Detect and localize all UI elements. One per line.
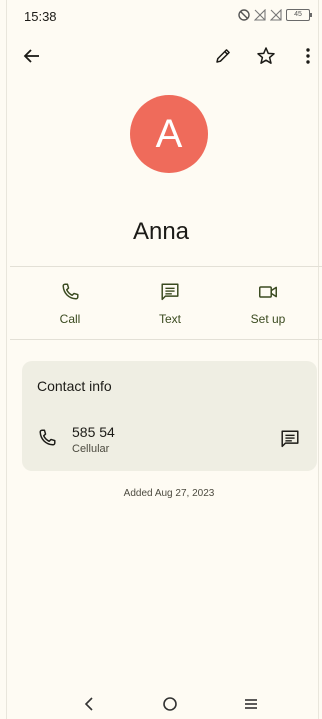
message-icon[interactable]: [279, 428, 301, 455]
phone-icon: [30, 280, 110, 304]
status-time: 15:38: [24, 9, 57, 24]
system-nav-bar: [0, 690, 322, 719]
text-label: Text: [158, 312, 181, 326]
contact-name: Anna: [132, 218, 190, 245]
contact-info-title: Contact info: [37, 378, 112, 394]
do-not-disturb-icon: [238, 9, 250, 21]
back-arrow-icon[interactable]: [18, 42, 46, 70]
no-signal-icon: [254, 9, 266, 21]
left-edge: [6, 0, 7, 719]
setup-label: Set up: [250, 312, 286, 326]
divider-bottom: [10, 339, 322, 340]
more-vert-icon[interactable]: [294, 42, 322, 70]
contact-detail-screen: 15:38 45 A Anna Call Text Set up Contact…: [0, 0, 322, 719]
call-button[interactable]: Call: [30, 280, 110, 326]
nav-home-icon[interactable]: [155, 690, 185, 718]
divider-top: [10, 266, 322, 267]
nav-recents-icon[interactable]: [236, 690, 266, 718]
nav-back-icon[interactable]: [74, 690, 104, 718]
phone-icon: [36, 427, 58, 454]
edit-pencil-icon[interactable]: [209, 42, 237, 70]
avatar: A: [130, 95, 208, 173]
top-app-bar: [0, 40, 322, 76]
call-label: Call: [59, 312, 81, 326]
setup-video-button[interactable]: Set up: [228, 280, 308, 326]
phone-type: Cellular: [72, 443, 110, 455]
status-icons: 45: [238, 9, 312, 21]
message-icon: [130, 280, 210, 304]
added-date: Added Aug 27, 2023: [123, 488, 215, 499]
right-edge: [318, 0, 319, 719]
status-bar: 15:38 45: [0, 0, 322, 32]
video-camera-icon: [228, 280, 308, 304]
phone-number[interactable]: 585 54: [72, 424, 115, 440]
battery-icon: 45: [286, 9, 312, 21]
no-signal-icon: [270, 9, 282, 21]
star-outline-icon[interactable]: [252, 42, 280, 70]
contact-info-card: Contact info 585 54 Cellular: [22, 361, 317, 471]
text-button[interactable]: Text: [130, 280, 210, 326]
